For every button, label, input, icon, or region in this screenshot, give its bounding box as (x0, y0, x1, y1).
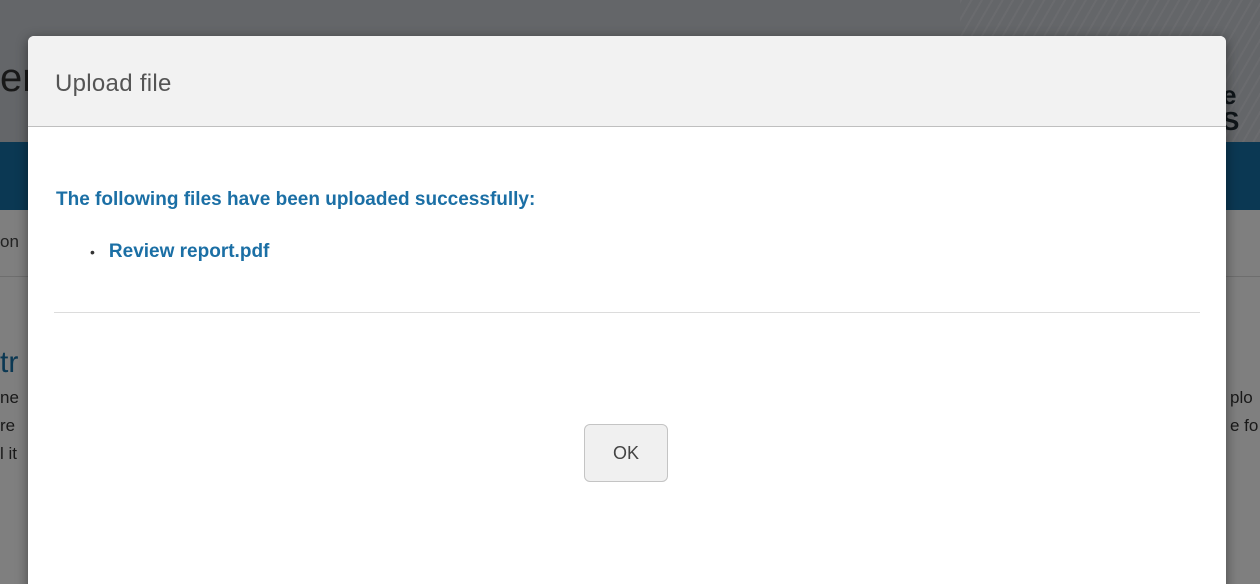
bullet-icon: • (90, 244, 95, 260)
dialog-title: Upload file (55, 70, 172, 97)
dialog-divider (54, 312, 1200, 313)
uploaded-file-name: Review report.pdf (108, 241, 270, 262)
dialog-header: Upload file (28, 36, 1226, 127)
upload-success-message: The following files have been uploaded s… (56, 189, 536, 210)
upload-file-dialog: Upload file The following files have bee… (28, 36, 1226, 584)
ok-button[interactable]: OK (584, 424, 668, 482)
page: er e S on tr ne re l it plo e fo Upload … (0, 0, 1260, 584)
uploaded-file-list: • Review report.pdf (90, 241, 269, 263)
dialog-body: The following files have been uploaded s… (28, 127, 1226, 584)
list-item: • Review report.pdf (90, 241, 269, 263)
